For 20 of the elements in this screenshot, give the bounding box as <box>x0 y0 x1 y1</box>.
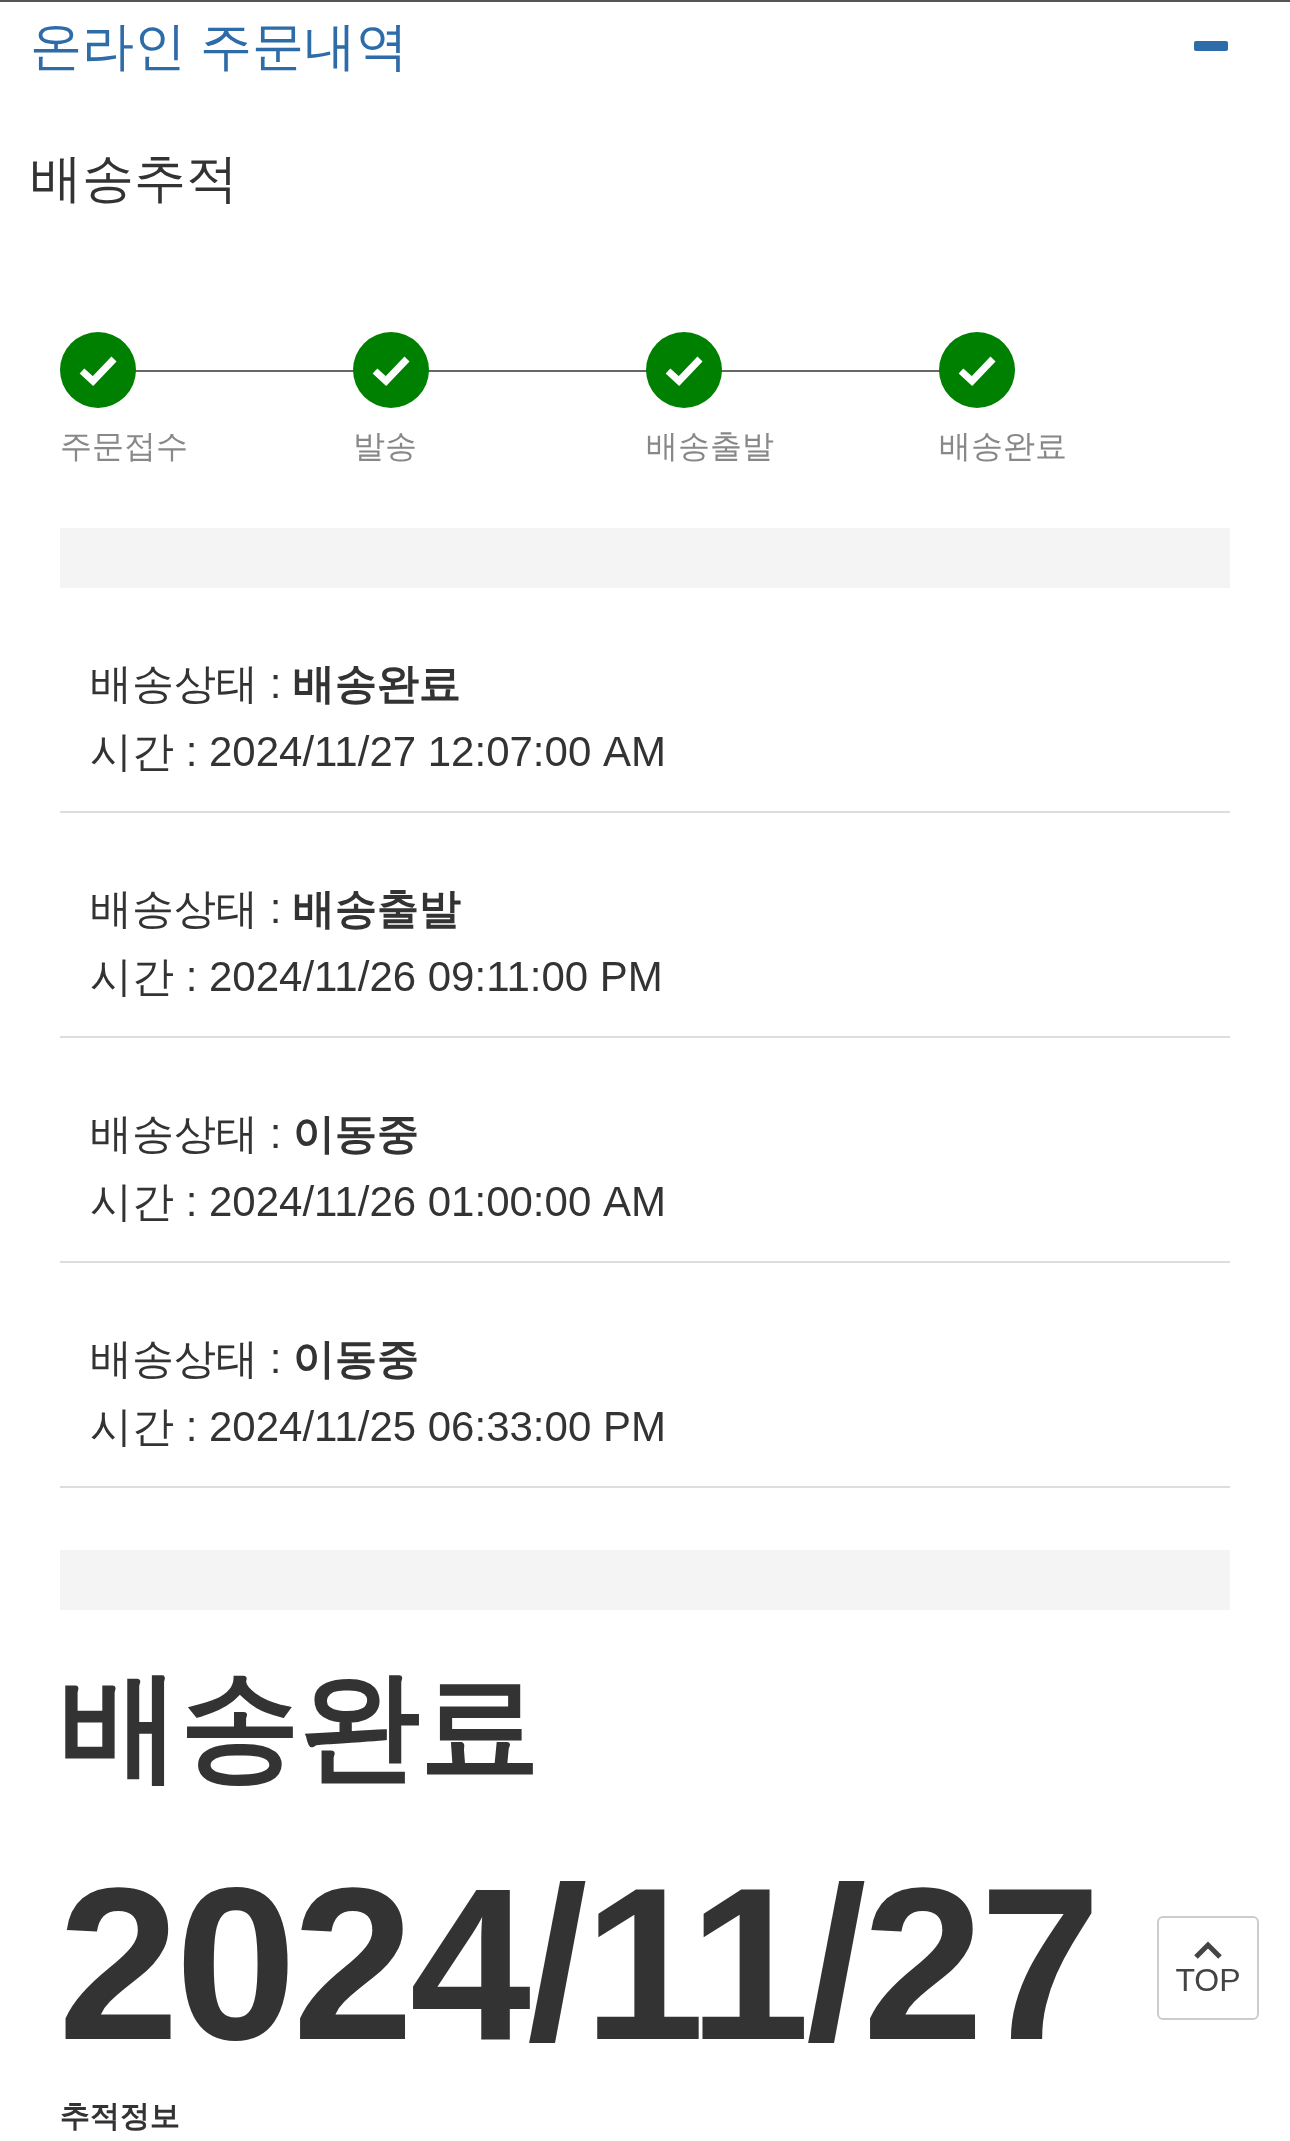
step-label: 주문접수 <box>60 430 188 462</box>
status-line: 배송상태 : 이동중 <box>90 1334 419 1384</box>
time-line: 시간 : 2024/11/25 06:33:00 PM <box>90 1402 666 1452</box>
collapse-button[interactable] <box>1194 41 1228 51</box>
step-label: 발송 <box>353 430 418 462</box>
panel-title: 온라인 주문내역 <box>30 20 409 72</box>
status-line: 배송상태 : 배송완료 <box>90 659 461 709</box>
status-heading: 배송완료 <box>60 1665 541 1785</box>
status-line: 배송상태 : 배송출발 <box>90 884 461 934</box>
step-label: 배송완료 <box>939 430 1067 462</box>
status-line: 배송상태 : 이동중 <box>90 1109 419 1159</box>
time-line: 시간 : 2024/11/26 01:00:00 AM <box>90 1177 666 1227</box>
caret-up-icon <box>1193 1940 1223 1960</box>
step-label: 배송출발 <box>646 430 774 462</box>
delivery-date: 2024/11/27 <box>58 1855 1098 2073</box>
time-line: 시간 : 2024/11/27 12:07:00 AM <box>90 727 666 777</box>
top-button[interactable]: TOP <box>1157 1916 1259 2020</box>
time-line: 시간 : 2024/11/26 09:11:00 PM <box>90 952 663 1002</box>
tracking-info-heading: 추적정보 <box>60 2101 181 2131</box>
section-title: 배송추적 <box>30 149 238 207</box>
